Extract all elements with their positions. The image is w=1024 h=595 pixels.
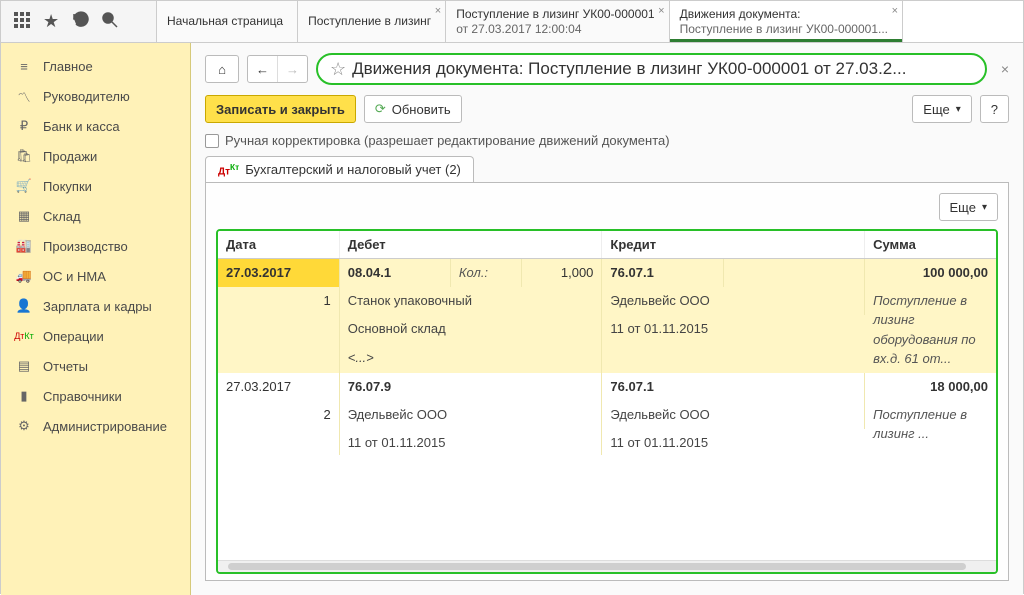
- history-icon[interactable]: [71, 11, 89, 32]
- chart-icon: 〽: [15, 87, 33, 105]
- sidebar-item-purchases[interactable]: 🛒Покупки: [1, 171, 190, 201]
- tab-doc[interactable]: Поступление в лизинг УК00-000001от 27.03…: [446, 1, 669, 42]
- table-row[interactable]: 27.03.2017 76.07.9 76.07.1 18 000,00 2 Э…: [218, 373, 996, 457]
- bag-icon: 🛍: [15, 147, 33, 165]
- person-icon: 👤: [15, 297, 33, 315]
- close-icon[interactable]: ×: [892, 5, 898, 18]
- star-icon[interactable]: ★: [43, 11, 59, 32]
- col-debit[interactable]: Дебет: [339, 231, 602, 259]
- sidebar-item-assets[interactable]: 🚚ОС и НМА: [1, 261, 190, 291]
- horizontal-scrollbar[interactable]: [218, 560, 996, 572]
- refresh-button[interactable]: ⟳Обновить: [364, 95, 462, 123]
- accounting-table: Дата Дебет Кредит Сумма 27.03.2017 08.04…: [218, 231, 996, 455]
- apps-icon[interactable]: [13, 11, 31, 32]
- sidebar-item-warehouse[interactable]: ▦Склад: [1, 201, 190, 231]
- arrow-right-icon: →: [286, 62, 299, 77]
- sidebar-item-manager[interactable]: 〽Руководителю: [1, 81, 190, 111]
- factory-icon: 🏭: [15, 237, 33, 255]
- tab-accounting[interactable]: ДтКт Бухгалтерский и налоговый учет (2): [205, 156, 474, 182]
- page-title-wrap: ☆ Движения документа: Поступление в лизи…: [316, 53, 987, 85]
- report-icon: ▤: [15, 357, 33, 375]
- favorite-icon[interactable]: ☆: [330, 59, 346, 80]
- manual-correction-label: Ручная корректировка (разрешает редактир…: [225, 133, 670, 148]
- close-page-button[interactable]: ×: [1001, 61, 1009, 77]
- sidebar-item-production[interactable]: 🏭Производство: [1, 231, 190, 261]
- help-button[interactable]: ?: [980, 95, 1009, 123]
- table-header: Дата Дебет Кредит Сумма: [218, 231, 996, 259]
- save-close-button[interactable]: Записать и закрыть: [205, 95, 356, 123]
- sidebar-item-reports[interactable]: ▤Отчеты: [1, 351, 190, 381]
- sidebar-item-operations[interactable]: ДтКтОперации: [1, 321, 190, 351]
- more-button[interactable]: Еще▾: [912, 95, 971, 123]
- refresh-icon: ⟳: [375, 101, 386, 117]
- close-icon[interactable]: ×: [435, 5, 441, 18]
- manual-correction-checkbox[interactable]: [205, 134, 219, 148]
- chevron-down-icon: ▾: [982, 202, 987, 213]
- sidebar-item-hr[interactable]: 👤Зарплата и кадры: [1, 291, 190, 321]
- truck-icon: 🚚: [15, 267, 33, 285]
- tab-leasing[interactable]: Поступление в лизинг×: [298, 1, 446, 42]
- home-button[interactable]: ⌂: [205, 55, 239, 83]
- col-date[interactable]: Дата: [218, 231, 339, 259]
- sidebar-item-main[interactable]: ≡Главное: [1, 51, 190, 81]
- ruble-icon: ₽: [15, 117, 33, 135]
- tab-movements[interactable]: Движения документа:Поступление в лизинг …: [670, 1, 903, 42]
- table-row[interactable]: 27.03.2017 08.04.1 Кол.: 1,000 76.07.1 1…: [218, 259, 996, 373]
- sidebar-item-admin[interactable]: ⚙Администрирование: [1, 411, 190, 441]
- sidebar-item-refs[interactable]: ▮Справочники: [1, 381, 190, 411]
- arrow-left-icon: ←: [256, 62, 269, 77]
- gear-icon: ⚙: [15, 417, 33, 435]
- cart-icon: 🛒: [15, 177, 33, 195]
- sidebar-item-bank[interactable]: ₽Банк и касса: [1, 111, 190, 141]
- chevron-down-icon: ▾: [956, 104, 961, 115]
- top-tabs: Начальная страница Поступление в лизинг×…: [157, 1, 1023, 42]
- back-button[interactable]: ←: [248, 56, 278, 82]
- dtk-icon: ДтКт: [218, 162, 239, 177]
- dtk-icon: ДтКт: [15, 327, 33, 345]
- sidebar-item-sales[interactable]: 🛍Продажи: [1, 141, 190, 171]
- forward-button[interactable]: →: [278, 56, 307, 82]
- home-icon: ⌂: [218, 62, 226, 77]
- page-title: Движения документа: Поступление в лизинг…: [352, 59, 973, 79]
- close-icon[interactable]: ×: [658, 5, 664, 18]
- search-icon[interactable]: [101, 11, 119, 32]
- table-more-button[interactable]: Еще▾: [939, 193, 998, 221]
- tab-home[interactable]: Начальная страница: [157, 1, 298, 42]
- col-sum[interactable]: Сумма: [865, 231, 996, 259]
- book-icon: ▮: [15, 387, 33, 405]
- boxes-icon: ▦: [15, 207, 33, 225]
- col-credit[interactable]: Кредит: [602, 231, 865, 259]
- sidebar: ≡Главное 〽Руководителю ₽Банк и касса 🛍Пр…: [1, 43, 191, 595]
- bars-icon: ≡: [15, 57, 33, 75]
